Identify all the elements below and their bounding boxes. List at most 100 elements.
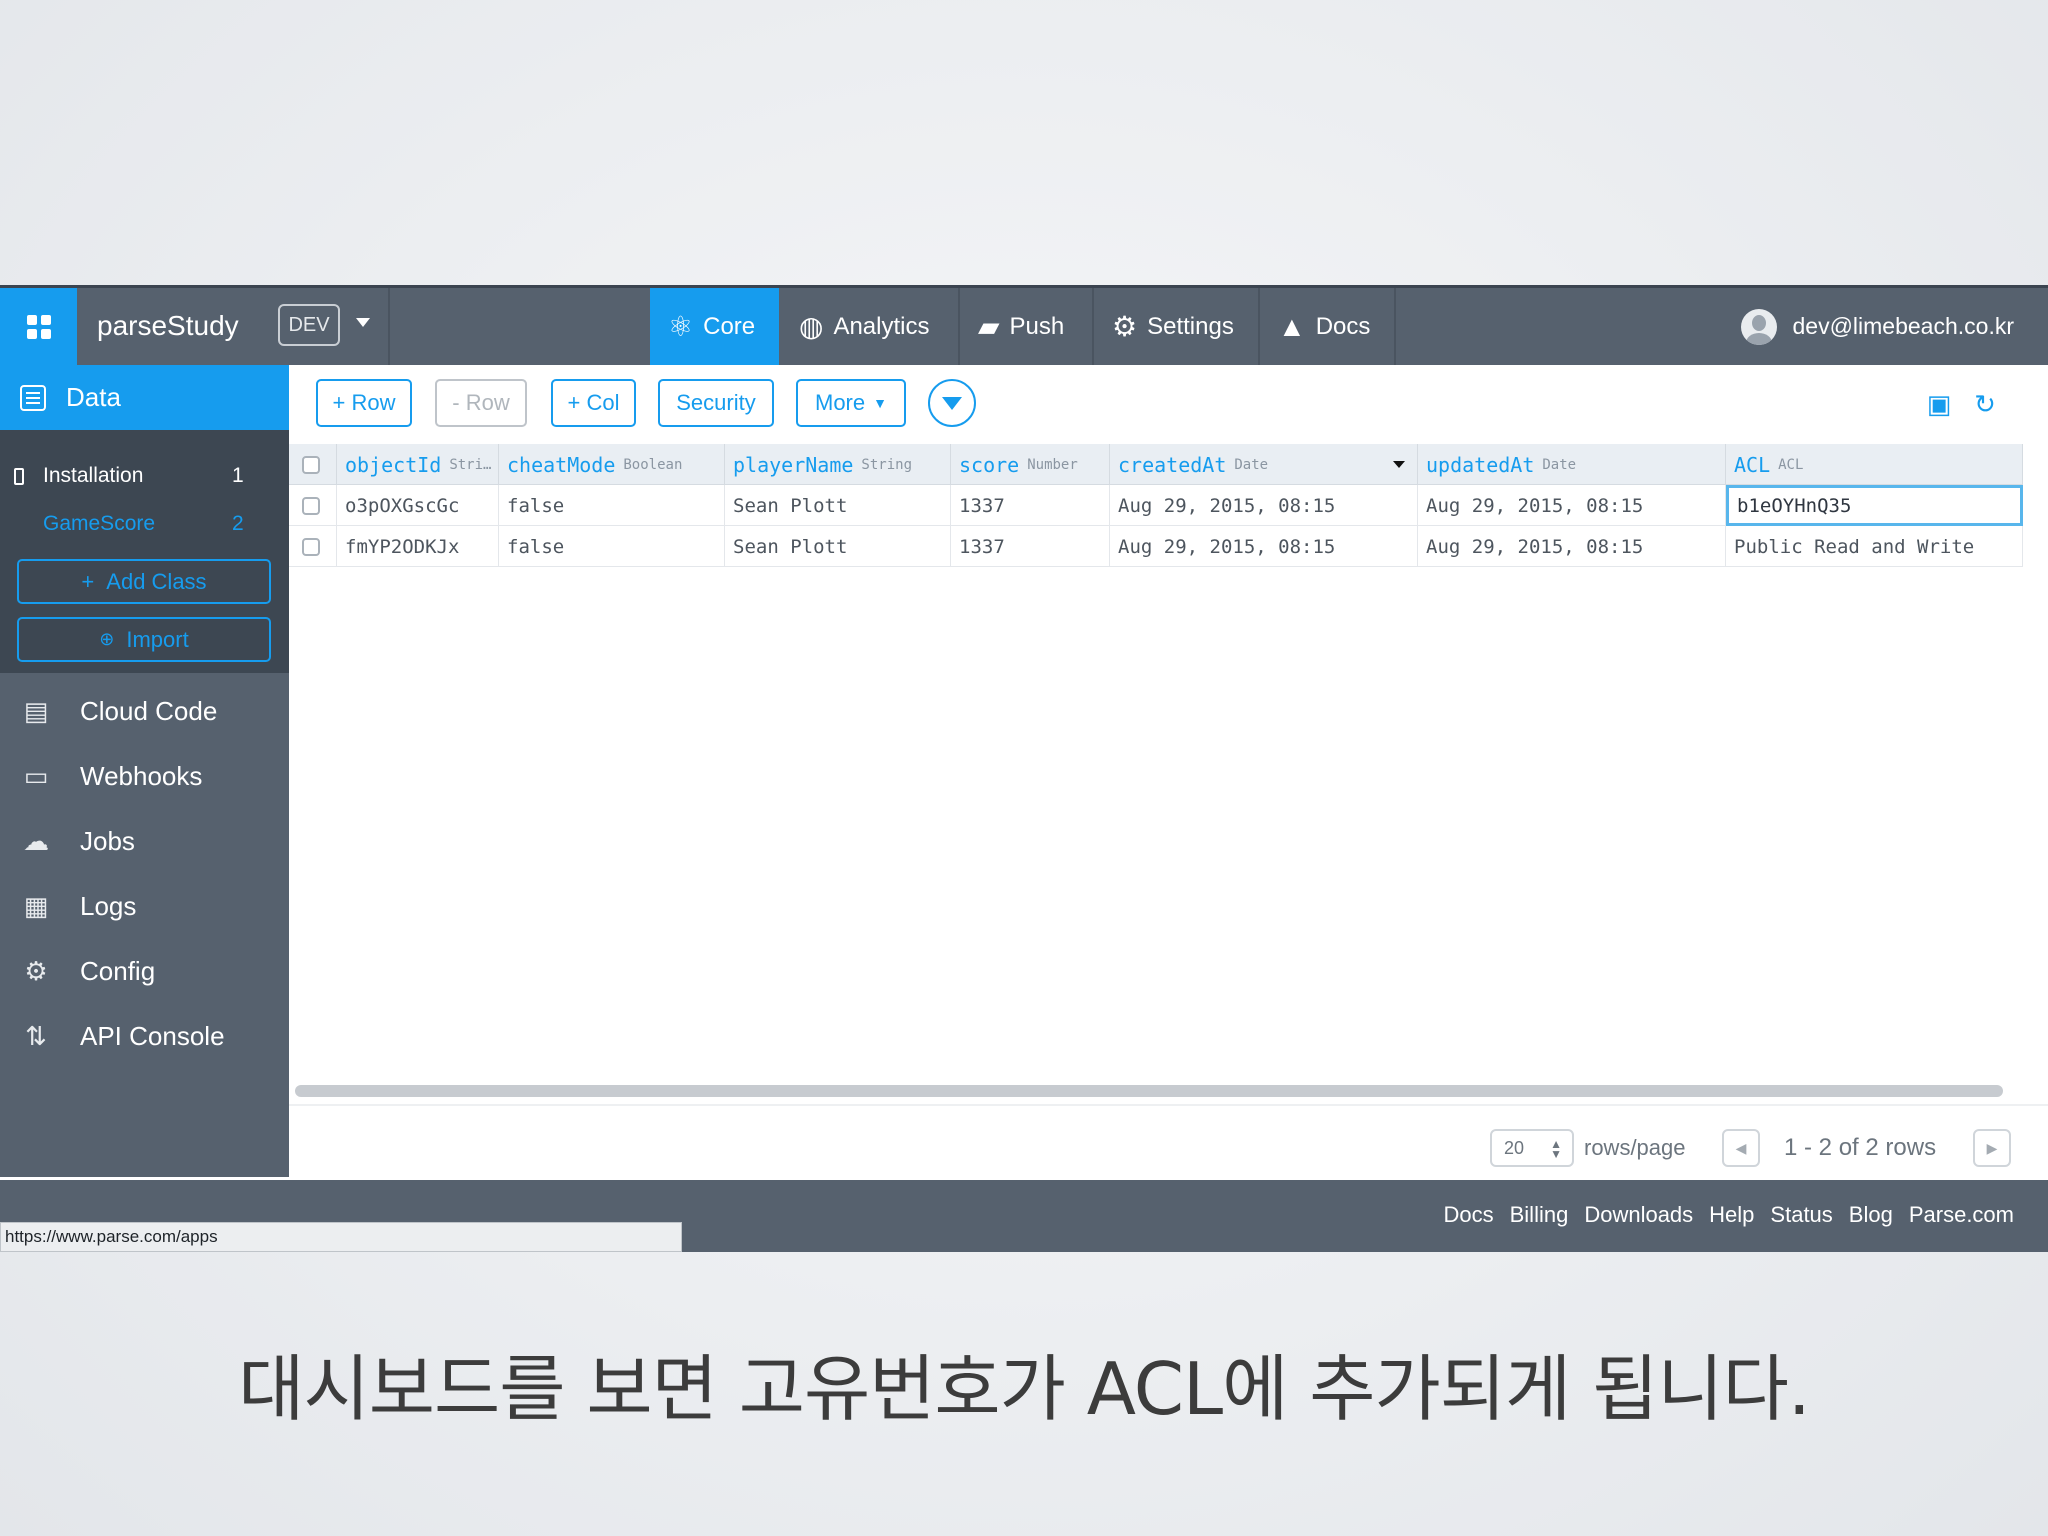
column-header-updatedat[interactable]: updatedAt Date (1418, 444, 1726, 485)
filter-icon (942, 396, 962, 410)
user-email: dev@limebeach.co.kr (1792, 313, 2015, 339)
footer-link-help[interactable]: Help (1709, 1202, 1754, 1228)
cell-updatedat[interactable]: Aug 29, 2015, 08:15 (1418, 485, 1726, 526)
cell-playername[interactable]: Sean Plott (725, 526, 951, 567)
divider (388, 288, 390, 365)
sidebar-item-label: API Console (80, 1020, 225, 1051)
tab-core[interactable]: ⚛ Core (650, 288, 779, 365)
cell-createdat[interactable]: Aug 29, 2015, 08:15 (1110, 485, 1418, 526)
tab-push-label: Push (1009, 312, 1065, 340)
tab-docs[interactable]: ▲ Docs (1260, 288, 1388, 365)
footer-link-parse[interactable]: Parse.com (1909, 1202, 2014, 1228)
top-nav-bar: parseStudy DEV ⚛ Core ◍ Analytics ▰ Push… (0, 288, 2048, 365)
env-selector[interactable]: DEV (278, 304, 340, 346)
footer-link-billing[interactable]: Billing (1510, 1202, 1569, 1228)
divider (1394, 288, 1396, 365)
select-all-checkbox[interactable] (289, 444, 337, 485)
column-header-playername[interactable]: playerName String (725, 444, 951, 485)
cell-createdat[interactable]: Aug 29, 2015, 08:15 (1110, 526, 1418, 567)
slide-caption: 대시보드를 보면 고유번호가 ACL에 추가되게 됩니다. (238, 1347, 1811, 1431)
prev-page-button[interactable]: ◀ (1722, 1129, 1760, 1167)
tab-core-label: Core (703, 312, 756, 340)
footer-link-downloads[interactable]: Downloads (1584, 1202, 1693, 1228)
user-menu[interactable]: dev@limebeach.co.kr (1740, 288, 2015, 365)
plus-icon: + (81, 568, 95, 594)
remove-row-button[interactable]: - Row (435, 379, 527, 427)
cell-score[interactable]: 1337 (951, 526, 1110, 567)
chat-icon: ▰ (978, 310, 1000, 342)
tab-settings[interactable]: ⚙ Settings (1094, 288, 1252, 365)
apps-grid-icon[interactable] (0, 288, 77, 365)
cell-updatedat[interactable]: Aug 29, 2015, 08:15 (1418, 526, 1726, 567)
column-type: ACL (1778, 456, 1804, 473)
sidebar-item-label: Jobs (80, 825, 135, 856)
upload-icon: ⊕ (99, 629, 115, 649)
rows-per-page-select[interactable]: 20 ▲ ▼ (1490, 1129, 1574, 1167)
import-button[interactable]: ⊕ Import (17, 617, 271, 662)
cabinet-icon: ▦ (23, 890, 49, 921)
gears-icon: ⚙ (24, 955, 48, 986)
cell-playername[interactable]: Sean Plott (725, 485, 951, 526)
column-header-score[interactable]: score Number (951, 444, 1110, 485)
sort-desc-icon[interactable] (1393, 461, 1405, 468)
cell-objectid[interactable]: fmYP2ODKJx (337, 526, 499, 567)
cell-acl-selected[interactable]: b1eOYHnQ35 (1726, 485, 2023, 526)
add-column-button[interactable]: + Col (551, 379, 636, 427)
footer-link-status[interactable]: Status (1770, 1202, 1832, 1228)
app-name[interactable]: parseStudy (97, 310, 239, 342)
tab-push[interactable]: ▰ Push (960, 288, 1082, 365)
sidebar: Data Installation 1 GameScore 2 + Add Cl… (0, 365, 289, 1177)
sidebar-item-cloud-code[interactable]: ▤ Cloud Code (0, 681, 289, 741)
sidebar-item-webhooks[interactable]: ▭ Webhooks (0, 746, 289, 806)
add-class-label: Add Class (106, 568, 207, 594)
next-page-button[interactable]: ▶ (1973, 1129, 2011, 1167)
cell-cheatmode[interactable]: false (499, 526, 725, 567)
column-name: score (959, 452, 1020, 477)
cell-objectid[interactable]: o3pOXGscGc (337, 485, 499, 526)
add-class-button[interactable]: + Add Class (17, 559, 271, 604)
sidebar-item-logs[interactable]: ▦ Logs (0, 876, 289, 936)
column-header-cheatmode[interactable]: cheatMode Boolean (499, 444, 725, 485)
sidebar-item-config[interactable]: ⚙ Config (0, 941, 289, 1001)
pulse-icon: ◍ (799, 310, 824, 342)
sidebar-item-data[interactable]: Data (0, 365, 289, 430)
page-range: 1 - 2 of 2 rows (1784, 1134, 1937, 1161)
row-checkbox[interactable] (289, 485, 337, 526)
footer-link-docs[interactable]: Docs (1444, 1202, 1494, 1228)
column-type: Number (1027, 456, 1078, 473)
column-header-createdat[interactable]: createdAt Date (1110, 444, 1418, 485)
archive-icon[interactable]: ▣ (1925, 391, 1953, 417)
tab-analytics-label: Analytics (833, 312, 930, 340)
add-row-button[interactable]: + Row (316, 379, 412, 427)
footer-link-blog[interactable]: Blog (1849, 1202, 1893, 1228)
tab-analytics[interactable]: ◍ Analytics (781, 288, 947, 365)
caret-down-icon: ▼ (873, 395, 887, 411)
horizontal-scrollbar[interactable] (295, 1085, 2003, 1097)
table-row: fmYP2ODKJx false Sean Plott 1337 Aug 29,… (289, 526, 2023, 567)
tab-settings-label: Settings (1147, 312, 1234, 340)
class-item-gamescore[interactable]: GameScore 2 (0, 501, 289, 547)
avatar (1740, 308, 1777, 345)
sidebar-item-label: Webhooks (80, 760, 203, 791)
column-header-acl[interactable]: ACL ACL (1726, 444, 2023, 485)
security-button[interactable]: Security (658, 379, 774, 427)
row-checkbox[interactable] (289, 526, 337, 567)
sidebar-item-label: Logs (80, 890, 137, 921)
filter-button[interactable] (928, 379, 976, 427)
cell-score[interactable]: 1337 (951, 485, 1110, 526)
tab-docs-label: Docs (1315, 312, 1371, 340)
chevron-down-icon[interactable] (356, 318, 370, 327)
column-name: objectId (345, 452, 442, 477)
sidebar-item-jobs[interactable]: ☁ Jobs (0, 811, 289, 871)
atom-icon: ⚛ (668, 310, 694, 342)
sidebar-item-api-console[interactable]: ⇅ API Console (0, 1006, 289, 1066)
cell-cheatmode[interactable]: false (499, 485, 725, 526)
refresh-icon[interactable]: ↻ (1971, 391, 1999, 417)
class-count: 1 (232, 464, 244, 487)
sidebar-item-label: Config (80, 955, 156, 986)
more-button[interactable]: More ▼ (796, 379, 906, 427)
cell-acl[interactable]: Public Read and Write (1726, 526, 2023, 567)
class-item-installation[interactable]: Installation 1 (0, 453, 289, 499)
column-header-objectid[interactable]: objectId Stri… (337, 444, 499, 485)
column-name: createdAt (1118, 452, 1227, 477)
